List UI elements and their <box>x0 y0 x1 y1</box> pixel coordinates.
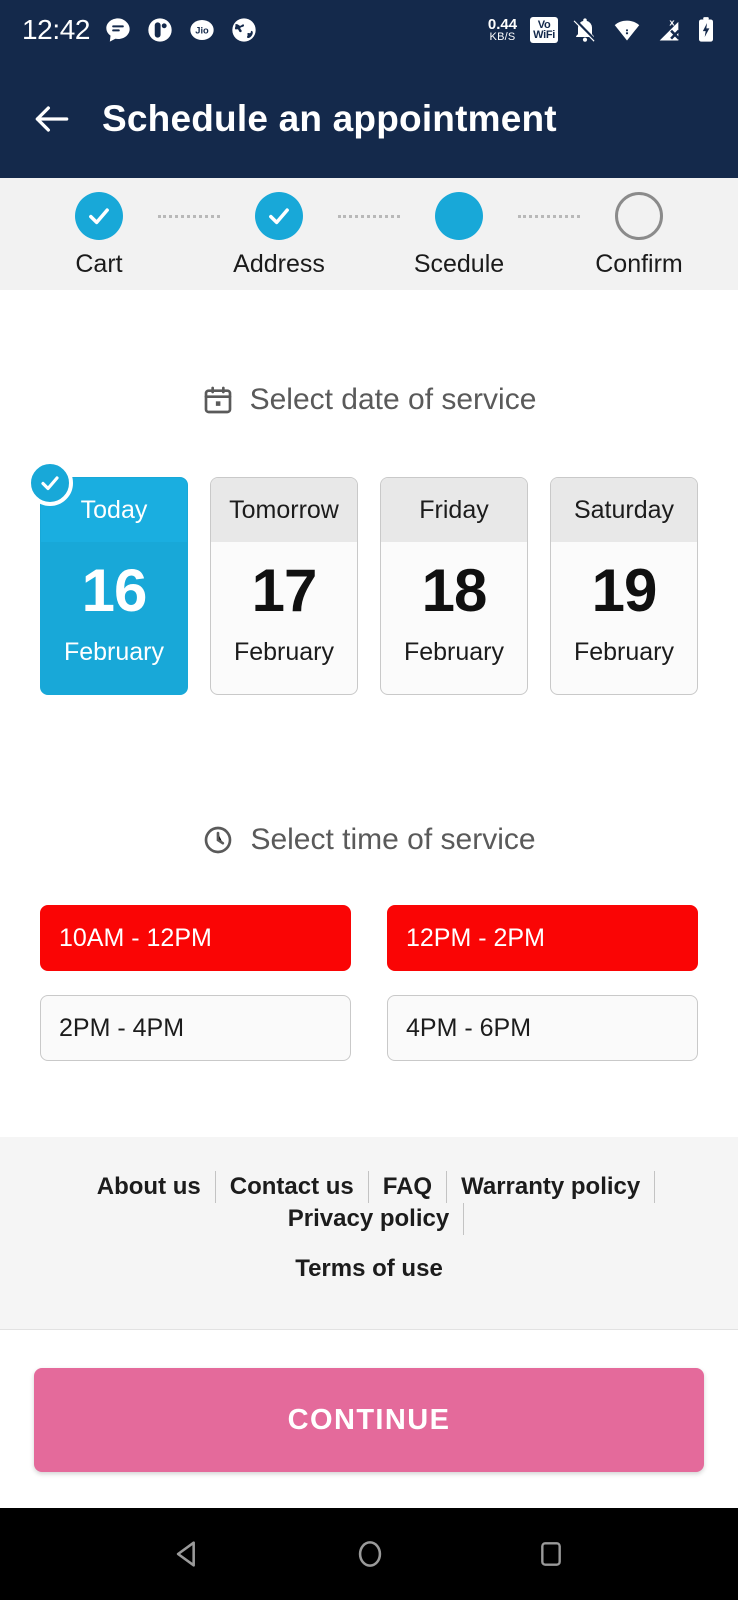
select-date-title: Select date of service <box>249 383 537 416</box>
footer-link-warranty-policy[interactable]: Warranty policy <box>447 1171 656 1203</box>
time-slot-12pm-2pm[interactable]: 12PM - 2PM <box>387 905 698 971</box>
date-card-month: February <box>403 638 505 666</box>
date-card-today[interactable]: Today 16 February <box>27 460 188 695</box>
date-card-number: 19 <box>591 556 658 624</box>
stepper-step-address[interactable]: Address <box>220 192 338 279</box>
wifi-icon <box>614 20 640 41</box>
date-card-saturday[interactable]: Saturday 19 February <box>550 477 698 695</box>
main-content: Select date of service Today 16 February… <box>0 290 738 1137</box>
signal-no-sim-icon: x <box>659 17 680 41</box>
date-card-number: 16 <box>81 556 148 624</box>
recents-square-icon[interactable] <box>535 1538 567 1570</box>
time-slot-4pm-6pm[interactable]: 4PM - 6PM <box>387 995 698 1061</box>
back-triangle-icon[interactable] <box>171 1537 205 1571</box>
time-slot-2pm-4pm[interactable]: 2PM - 4PM <box>40 995 351 1061</box>
data-speed-value: 0.44 <box>487 16 518 33</box>
select-time-title: Select time of service <box>250 823 536 856</box>
stepper-connector-3 <box>518 192 580 240</box>
footer-links-row-1: About us Contact us FAQ Warranty policy … <box>20 1171 718 1235</box>
calendar-icon <box>204 386 231 414</box>
stepper-connector-1 <box>158 192 220 240</box>
vowifi-line2: WiFi <box>533 29 555 41</box>
checkout-stepper: Cart Address Scedule Confirm <box>0 178 738 290</box>
bell-muted-icon <box>573 18 597 42</box>
stepper-dot-confirm <box>615 192 663 240</box>
stepper-connector-2 <box>338 192 400 240</box>
app-bar: Schedule an appointment <box>0 60 738 178</box>
select-date-header: Select date of service <box>0 383 738 417</box>
date-card-month: February <box>63 638 165 666</box>
footer-link-about-us[interactable]: About us <box>83 1171 216 1203</box>
stepper-label-address: Address <box>233 250 325 278</box>
date-card-day: Friday <box>381 478 527 542</box>
clock-icon <box>205 826 232 854</box>
date-card-tomorrow[interactable]: Tomorrow 17 February <box>210 477 358 695</box>
svg-text:x: x <box>669 17 675 27</box>
footer-link-faq[interactable]: FAQ <box>369 1171 448 1203</box>
date-card-month: February <box>233 638 335 666</box>
data-speed-indicator: 0.44 KB/S <box>488 17 517 43</box>
stepper-step-cart[interactable]: Cart <box>40 192 158 279</box>
date-card-day: Tomorrow <box>211 478 357 542</box>
stepper-step-confirm[interactable]: Confirm <box>580 192 698 279</box>
stepper-label-confirm: Confirm <box>595 250 683 278</box>
status-bar-clock: 12:42 <box>22 14 91 45</box>
vowifi-icon: Vo WiFi <box>530 17 558 43</box>
date-card-list: Today 16 February Tomorrow 17 February F… <box>0 460 738 695</box>
android-nav-bar <box>0 1508 738 1600</box>
check-icon <box>269 208 289 225</box>
footer-link-contact-us[interactable]: Contact us <box>216 1171 369 1203</box>
continue-button[interactable]: CONTINUE <box>34 1368 704 1472</box>
date-card-number: 18 <box>421 556 488 624</box>
home-circle-icon[interactable] <box>353 1537 387 1571</box>
camera-icon <box>148 18 172 42</box>
status-bar: 12:42 Jio 0.44 KB/S Vo WiFi x <box>0 0 738 60</box>
date-card-friday[interactable]: Friday 18 February <box>380 477 528 695</box>
footer-links: About us Contact us FAQ Warranty policy … <box>0 1137 738 1329</box>
time-slot-grid: 10AM - 12PM 12PM - 2PM 2PM - 4PM 4PM - 6… <box>0 905 738 1061</box>
battery-charging-icon <box>699 17 713 42</box>
phone-screen: 12:42 Jio 0.44 KB/S Vo WiFi x Schedule a… <box>0 0 738 1600</box>
date-card-number: 17 <box>251 556 318 624</box>
page-title: Schedule an appointment <box>102 98 557 139</box>
stepper-dot-address <box>255 192 303 240</box>
arrow-left-icon[interactable] <box>30 97 74 141</box>
cta-container: CONTINUE <box>0 1329 738 1508</box>
select-time-header: Select time of service <box>0 823 738 857</box>
time-slot-10am-12pm[interactable]: 10AM - 12PM <box>40 905 351 971</box>
data-speed-unit: KB/S <box>489 31 516 43</box>
stepper-label-cart: Cart <box>75 250 123 278</box>
status-bar-left: 12:42 Jio <box>22 14 258 46</box>
check-icon <box>41 476 59 491</box>
footer-link-privacy-policy[interactable]: Privacy policy <box>274 1203 465 1235</box>
jio-icon: Jio <box>190 19 214 41</box>
selected-check-badge <box>27 460 73 506</box>
svg-text:Jio: Jio <box>195 26 209 36</box>
check-icon <box>89 208 109 225</box>
globe-icon <box>232 18 256 42</box>
stepper-dot-schedule <box>435 192 483 240</box>
stepper-dot-cart <box>75 192 123 240</box>
date-card-month: February <box>573 638 675 666</box>
footer-links-row-2: Terms of use <box>20 1253 718 1285</box>
stepper-step-schedule[interactable]: Scedule <box>400 192 518 279</box>
date-card-day: Saturday <box>551 478 697 542</box>
chat-icon <box>106 18 130 42</box>
status-bar-right: 0.44 KB/S Vo WiFi x <box>488 16 716 44</box>
footer-link-terms-of-use[interactable]: Terms of use <box>281 1253 457 1285</box>
stepper-label-schedule: Scedule <box>413 250 505 278</box>
